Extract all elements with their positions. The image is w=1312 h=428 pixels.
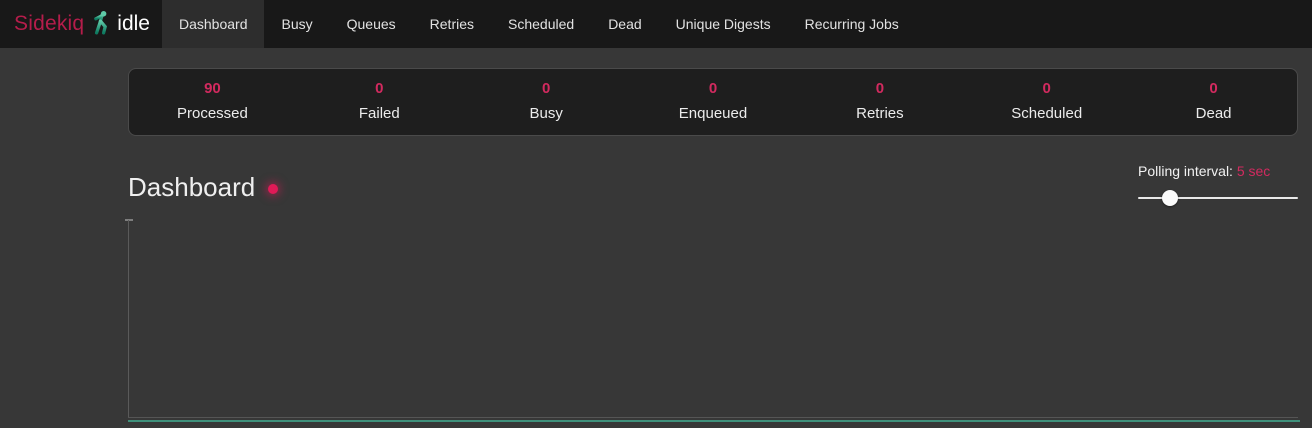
stat-failed: 0 Failed [296, 80, 463, 124]
stat-busy-label: Busy [463, 104, 630, 124]
nav-item-scheduled[interactable]: Scheduled [491, 0, 591, 48]
stat-scheduled-value: 0 [963, 80, 1130, 98]
stat-enqueued-label: Enqueued [630, 104, 797, 124]
nav-menu: Dashboard Busy Queues Retries Scheduled … [162, 0, 916, 48]
page-title-text: Dashboard [128, 172, 255, 203]
chart-x-axis [128, 417, 1298, 418]
brand-title: Sidekiq [14, 12, 84, 36]
polling-interval-control: Polling interval: 5 sec [1138, 163, 1298, 206]
stat-scheduled: 0 Scheduled [963, 80, 1130, 124]
nav-item-queues[interactable]: Queues [330, 0, 413, 48]
chart-y-axis [128, 220, 129, 418]
stat-retries-value: 0 [796, 80, 963, 98]
polling-interval-value: 5 sec [1237, 163, 1270, 179]
top-navbar: Sidekiq idle Dashboard [0, 0, 1312, 48]
stats-summary-bar: 90 Processed 0 Failed 0 Busy 0 Enqueued … [128, 68, 1298, 136]
sidekiq-brand-link[interactable]: Sidekiq idle [0, 0, 162, 48]
stat-dead-value: 0 [1130, 80, 1297, 98]
nav-item-recurring-jobs[interactable]: Recurring Jobs [788, 0, 916, 48]
stat-failed-label: Failed [296, 104, 463, 124]
polling-interval-slider[interactable] [1138, 190, 1298, 206]
stat-processed-value: 90 [129, 80, 296, 98]
chart-flatline-series [128, 420, 1300, 422]
stat-enqueued: 0 Enqueued [630, 80, 797, 124]
stat-retries: 0 Retries [796, 80, 963, 124]
nav-item-dashboard[interactable]: Dashboard [162, 0, 265, 48]
polling-interval-text: Polling interval: 5 sec [1138, 163, 1298, 179]
stat-busy: 0 Busy [463, 80, 630, 124]
stat-dead-label: Dead [1130, 104, 1297, 124]
nav-item-busy[interactable]: Busy [264, 0, 329, 48]
sidekiq-dancer-icon [91, 11, 110, 36]
realtime-chart [128, 220, 1300, 428]
stat-processed: 90 Processed [129, 80, 296, 124]
stat-dead: 0 Dead [1130, 80, 1297, 124]
status-text: idle [117, 12, 150, 36]
polling-slider-thumb[interactable] [1162, 190, 1178, 206]
nav-item-unique-digests[interactable]: Unique Digests [659, 0, 788, 48]
stat-processed-label: Processed [129, 104, 296, 124]
stat-busy-value: 0 [463, 80, 630, 98]
page-title: Dashboard [128, 172, 278, 203]
chart-y-axis-tick [125, 219, 133, 221]
live-beacon-dot [268, 184, 278, 194]
nav-item-dead[interactable]: Dead [591, 0, 658, 48]
nav-item-retries[interactable]: Retries [413, 0, 491, 48]
stat-failed-value: 0 [296, 80, 463, 98]
stat-retries-label: Retries [796, 104, 963, 124]
stat-scheduled-label: Scheduled [963, 104, 1130, 124]
stat-enqueued-value: 0 [630, 80, 797, 98]
polling-interval-label: Polling interval: [1138, 163, 1233, 179]
